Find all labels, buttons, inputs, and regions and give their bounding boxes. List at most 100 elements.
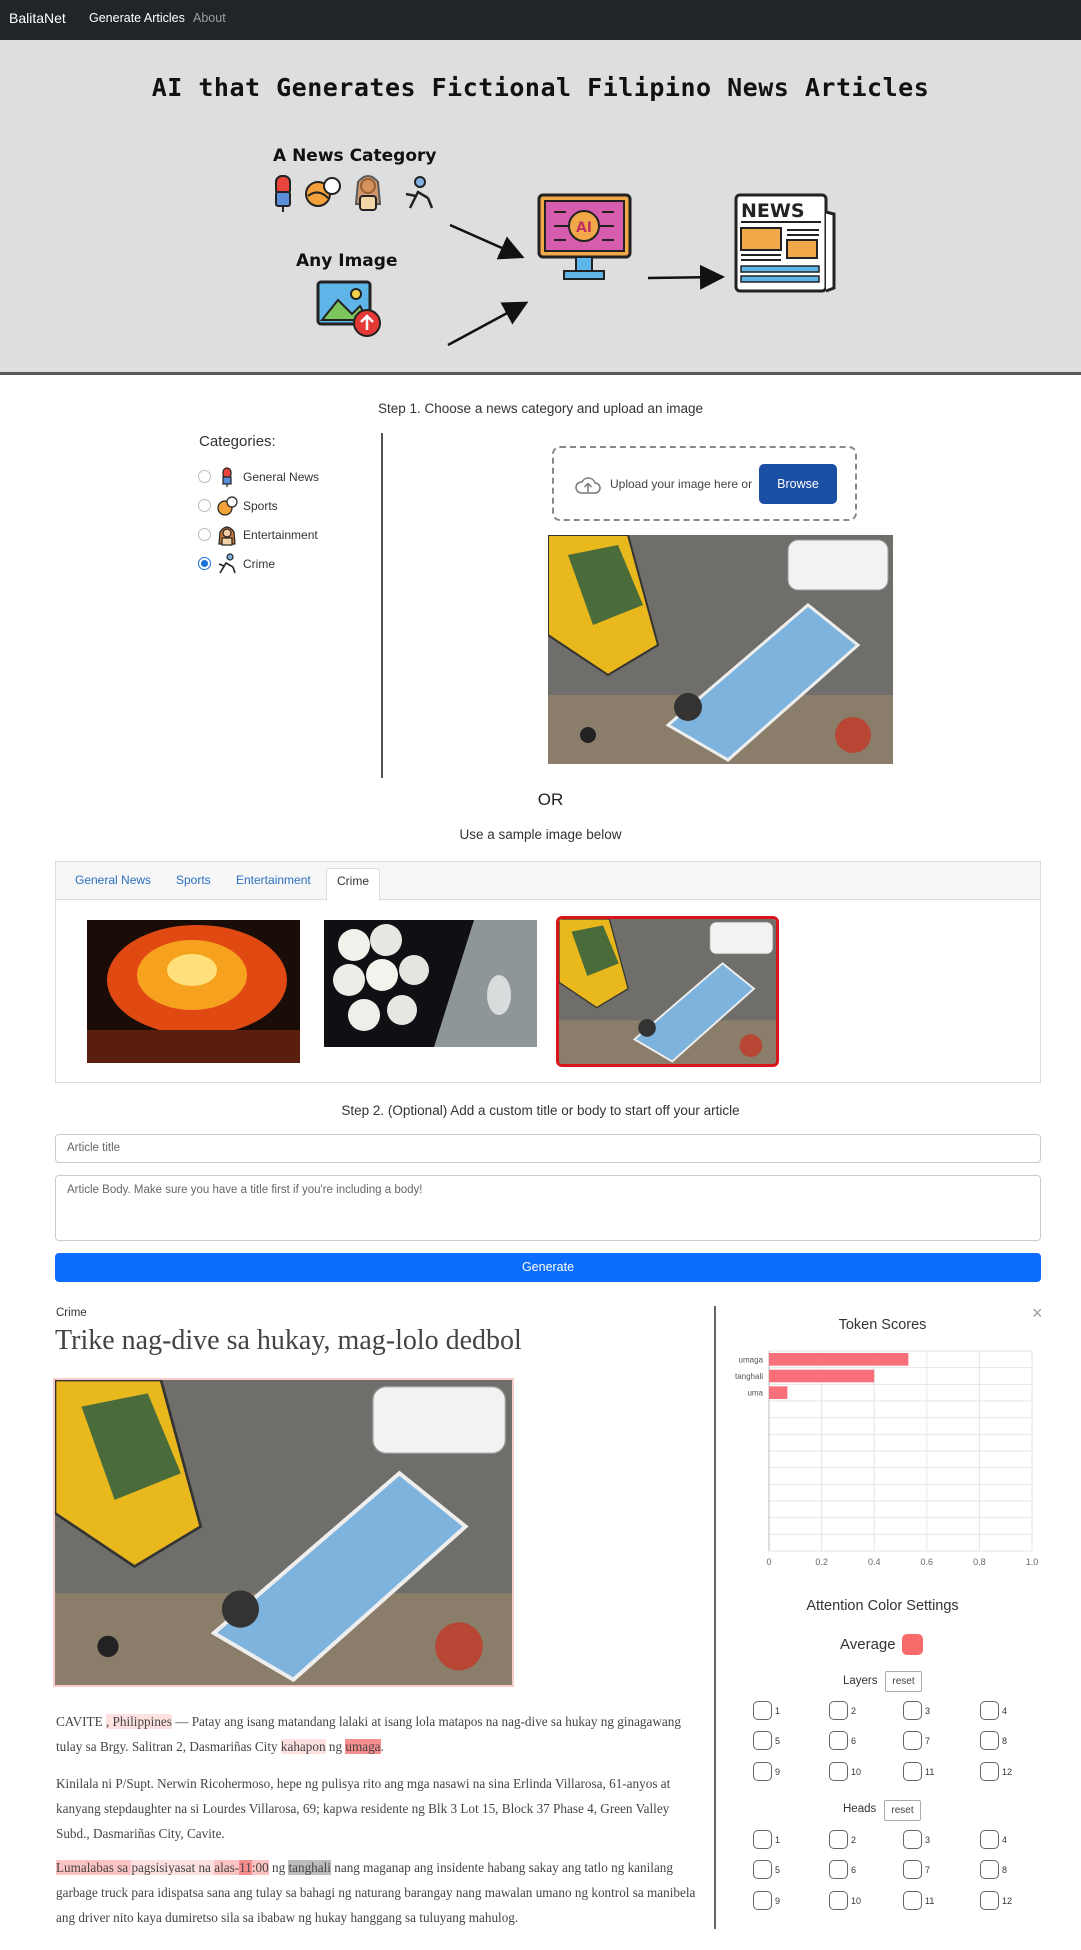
head-number-label: 8 [1002,1865,1008,1875]
sample-image-accident [559,919,776,1064]
microphone-icon [222,467,232,487]
category-caption: A News Category [273,146,437,166]
layer-checkbox-9[interactable] [753,1762,772,1781]
sample-image-drugs[interactable] [324,920,537,1047]
x-tick-label: 0.8 [973,1557,986,1567]
head-checkbox-11[interactable] [903,1891,922,1910]
x-tick-label: 1.0 [1026,1557,1039,1567]
x-tick-label: 0.4 [868,1557,881,1567]
article-body-textarea[interactable]: Article Body. Make sure you have a title… [55,1175,1041,1241]
head-checkbox-3[interactable] [903,1830,922,1849]
head-checkbox-9[interactable] [753,1891,772,1910]
layer-checkbox-7[interactable] [903,1731,922,1750]
cloud-upload-icon [575,477,601,494]
upload-instructions: Upload your image here or [610,477,753,491]
radio-crime[interactable] [198,557,211,570]
y-tick-label: tanghali [735,1372,763,1381]
navbar: BalitaNet Generate Articles About [0,0,1081,40]
tab-entertainment[interactable]: Entertainment [236,873,311,887]
attention-settings-title: Attention Color Settings [806,1598,959,1614]
svg-text:AI: AI [576,220,592,236]
head-number-label: 10 [851,1896,862,1906]
layer-checkbox-3[interactable] [903,1701,922,1720]
layer-checkbox-6[interactable] [829,1731,848,1750]
head-checkbox-8[interactable] [980,1860,999,1879]
layer-number-label: 11 [925,1767,935,1777]
layer-checkbox-10[interactable] [829,1762,848,1781]
head-number-label: 4 [1002,1835,1008,1845]
y-tick-label: umaga [739,1355,764,1364]
layer-checkbox-8[interactable] [980,1731,999,1750]
head-number-label: 11 [925,1896,935,1906]
article-title-input[interactable]: Article title [55,1134,1041,1163]
bar-tanghali [769,1369,875,1383]
token-scores-chart: 0 0.2 0.4 0.6 0.8 1.0 umaga tanghali uma [735,1350,1039,1567]
head-number-label: 2 [851,1835,857,1845]
radio-sports[interactable] [198,499,211,512]
head-checkbox-6[interactable] [829,1860,848,1879]
head-checkbox-1[interactable] [753,1830,772,1849]
head-number-label: 7 [925,1865,931,1875]
category-label: General News [243,470,320,484]
tab-crime[interactable]: Crime [326,868,380,901]
hero-title: AI that Generates Fictional Filipino New… [151,73,930,102]
layer-number-label: 6 [851,1736,857,1746]
layer-number-label: 9 [775,1767,781,1777]
category-label: Entertainment [243,528,318,542]
upload-dropzone[interactable]: Upload your image here or Browse [552,446,857,521]
browse-button[interactable]: Browse [759,464,837,504]
layers-reset-button[interactable]: reset [885,1671,922,1692]
ai-computer-icon: AI [537,193,632,280]
radio-general-news[interactable] [198,470,211,483]
head-number-label: 6 [851,1865,857,1875]
head-checkbox-12[interactable] [980,1891,999,1910]
sports-balls-icon [305,177,341,207]
brand-link[interactable]: BalitaNet [9,10,66,26]
layer-checkbox-11[interactable] [903,1762,922,1781]
or-label: OR [537,790,564,809]
nav-link-about[interactable]: About [193,11,226,25]
layer-checkbox-12[interactable] [980,1762,999,1781]
categories-title: Categories: [199,433,276,450]
average-label: Average [840,1636,896,1653]
crime-icon [218,553,236,574]
article-paragraph-1: CAVITE , Philippines — Patay ang isang m… [56,1714,681,1754]
step1-divider [381,433,383,778]
layer-checkbox-1[interactable] [753,1701,772,1720]
head-checkbox-7[interactable] [903,1860,922,1879]
microphone-icon [275,175,291,212]
layer-number-label: 8 [1002,1736,1008,1746]
average-color-swatch[interactable] [902,1634,923,1655]
uploaded-image-preview [548,535,893,764]
sample-image-label: Use a sample image below [459,827,622,842]
category-label: Sports [243,499,278,513]
head-checkbox-5[interactable] [753,1860,772,1879]
hero-banner: AI that Generates Fictional Filipino New… [0,40,1081,375]
radio-entertainment[interactable] [198,528,211,541]
generate-button[interactable]: Generate [55,1253,1041,1282]
head-checkbox-2[interactable] [829,1830,848,1849]
layer-checkbox-5[interactable] [753,1731,772,1750]
y-tick-label: uma [747,1389,763,1398]
layer-number-label: 7 [925,1736,931,1746]
tab-general-news[interactable]: General News [75,873,151,887]
heads-label: Heads [843,1803,877,1815]
heads-reset-button[interactable]: reset [884,1800,921,1821]
layer-number-label: 5 [775,1736,781,1746]
sample-image-fire[interactable] [87,920,300,1063]
head-checkbox-10[interactable] [829,1891,848,1910]
category-icons [275,175,434,212]
step1-title: Step 1. Choose a news category and uploa… [378,401,703,416]
layer-number-label: 10 [851,1767,862,1777]
close-icon[interactable]: × [1032,1303,1043,1324]
sample-image-accident-selected[interactable] [556,916,779,1067]
nav-link-generate[interactable]: Generate Articles [89,11,185,25]
article-divider [714,1306,716,1929]
head-checkbox-4[interactable] [980,1830,999,1849]
article-paragraph-3: Lumalabas sa pagsisiyasat na alas-11:00 … [56,1860,696,1925]
step2-title: Step 2. (Optional) Add a custom title or… [341,1103,740,1118]
layer-checkbox-4[interactable] [980,1701,999,1720]
layer-checkbox-2[interactable] [829,1701,848,1720]
bar-umaga [769,1353,909,1366]
tab-sports[interactable]: Sports [176,873,211,887]
